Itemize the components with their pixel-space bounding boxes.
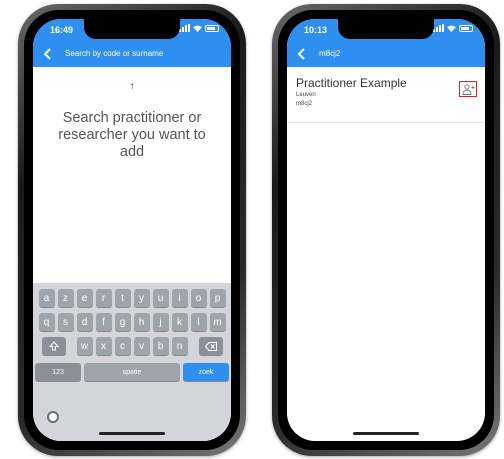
key[interactable]: a: [38, 289, 55, 307]
phone-bezel: 10:13 m8cj2 Practitioner Example Leuven …: [278, 10, 494, 450]
status-icons: [433, 24, 473, 32]
phone-right: 10:13 m8cj2 Practitioner Example Leuven …: [272, 4, 500, 456]
key[interactable]: w: [76, 337, 93, 355]
key[interactable]: g: [114, 313, 131, 331]
search-input[interactable]: Search by code or surname: [65, 49, 163, 58]
practitioner-code: m8cj2: [296, 101, 313, 107]
key[interactable]: h: [133, 313, 150, 331]
chevron-left-icon[interactable]: [42, 47, 54, 61]
key[interactable]: p: [209, 289, 226, 307]
wifi-icon: [193, 24, 202, 32]
app-bar: m8cj2: [287, 41, 485, 67]
key[interactable]: i: [171, 289, 188, 307]
keyboard: a z e r t y u i o p q s d f g h j k l m …: [33, 283, 231, 441]
key[interactable]: s: [57, 313, 74, 331]
signal-icon: [433, 24, 444, 32]
key[interactable]: o: [190, 289, 207, 307]
key[interactable]: m: [209, 313, 226, 331]
keyboard-row-2: q s d f g h j k l m: [33, 313, 231, 331]
key[interactable]: e: [76, 289, 93, 307]
keyboard-row-3: w x c v b n: [33, 337, 231, 355]
key[interactable]: c: [114, 337, 131, 355]
shift-icon[interactable]: [41, 337, 66, 355]
key[interactable]: j: [152, 313, 169, 331]
key[interactable]: l: [190, 313, 207, 331]
wifi-icon: [447, 24, 456, 32]
arrow-up-icon: ↑: [129, 81, 135, 92]
phone-bezel: 16:49 Search by code or surname ↑ Search…: [24, 10, 240, 450]
search-query[interactable]: m8cj2: [319, 49, 340, 58]
key[interactable]: y: [133, 289, 150, 307]
notch: [338, 19, 434, 39]
key[interactable]: n: [171, 337, 188, 355]
status-time: 16:49: [50, 25, 74, 35]
key[interactable]: u: [152, 289, 169, 307]
home-indicator: [99, 432, 165, 435]
phone-left: 16:49 Search by code or surname ↑ Search…: [18, 4, 246, 456]
key[interactable]: z: [57, 289, 74, 307]
search-go-key[interactable]: zoek: [183, 363, 229, 381]
emoji-icon[interactable]: [47, 411, 59, 423]
key[interactable]: r: [95, 289, 112, 307]
empty-state: ↑ Search practitioner or researcher you …: [33, 81, 231, 161]
home-indicator: [353, 432, 419, 435]
notch: [84, 19, 180, 39]
battery-icon: [205, 24, 219, 32]
key[interactable]: t: [114, 289, 131, 307]
key[interactable]: b: [152, 337, 169, 355]
key[interactable]: v: [133, 337, 150, 355]
screen-search: 16:49 Search by code or surname ↑ Search…: [33, 19, 231, 441]
empty-state-message: Search practitioner or researcher you wa…: [58, 110, 206, 160]
keyboard-row-4: 123 spatie zoek: [33, 363, 231, 381]
practitioner-city: Leuven: [296, 92, 316, 98]
key[interactable]: f: [95, 313, 112, 331]
key[interactable]: k: [171, 313, 188, 331]
result-list-item[interactable]: Practitioner Example Leuven m8cj2: [287, 67, 485, 123]
signal-icon: [179, 24, 190, 32]
battery-icon: [459, 24, 473, 32]
key[interactable]: x: [95, 337, 112, 355]
practitioner-name: Practitioner Example: [296, 76, 407, 90]
key[interactable]: d: [76, 313, 93, 331]
space-key[interactable]: spatie: [84, 363, 180, 381]
backspace-icon[interactable]: [198, 337, 223, 355]
numbers-key[interactable]: 123: [35, 363, 81, 381]
status-time: 10:13: [304, 25, 328, 35]
keyboard-row-1: a z e r t y u i o p: [33, 289, 231, 307]
status-icons: [179, 24, 219, 32]
add-user-icon[interactable]: [459, 81, 477, 97]
chevron-left-icon[interactable]: [296, 47, 308, 61]
screen-results: 10:13 m8cj2 Practitioner Example Leuven …: [287, 19, 485, 441]
app-bar: Search by code or surname: [33, 41, 231, 67]
key[interactable]: q: [38, 313, 55, 331]
